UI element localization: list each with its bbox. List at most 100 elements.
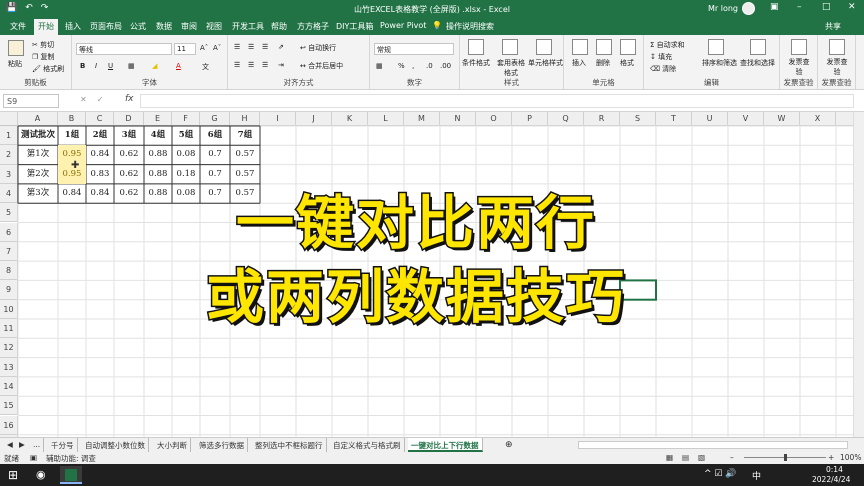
page-layout-view-icon[interactable]: ▤ <box>682 453 689 462</box>
delete-cells-icon[interactable] <box>596 39 612 55</box>
align-center-icon[interactable]: ☰ <box>248 61 254 69</box>
start-icon[interactable]: ⊞ <box>8 468 18 482</box>
horizontal-scrollbar[interactable] <box>578 441 848 449</box>
border-icon[interactable]: ▦ <box>128 62 135 70</box>
conditional-format-icon[interactable] <box>468 39 484 55</box>
zoom-level[interactable]: 100% <box>840 453 861 462</box>
tab-home[interactable]: 开始 <box>34 19 58 35</box>
zoom-slider-thumb[interactable] <box>784 454 787 461</box>
table-cell[interactable]: 5组 <box>172 126 200 145</box>
sheet-tab-active[interactable]: 一键对比上下行数据 <box>408 438 483 452</box>
conditional-format-button[interactable]: 条件格式 <box>462 58 490 68</box>
autosum-button[interactable]: Σ 自动求和 <box>650 40 685 50</box>
align-bottom-icon[interactable]: ☰ <box>262 43 268 51</box>
tab-fangfang[interactable]: 方方格子 <box>297 21 329 32</box>
number-format-select[interactable]: 常规 <box>374 43 454 55</box>
table-cell[interactable]: 0.88 <box>144 184 172 203</box>
table-cell[interactable]: 0.57 <box>230 184 260 203</box>
name-box[interactable]: S9 <box>3 94 59 108</box>
tab-diy-toolbox[interactable]: DIY工具箱 <box>336 21 373 32</box>
table-cell[interactable]: 0.83 <box>86 165 114 184</box>
invoice-check-2-button[interactable]: 发票查验 <box>826 57 848 77</box>
percent-icon[interactable]: % <box>398 62 405 70</box>
table-cell[interactable]: 2组 <box>86 126 114 145</box>
table-cell[interactable]: 3组 <box>114 126 144 145</box>
prev-sheet-icon[interactable]: ◀ <box>4 438 16 452</box>
excel-taskbar-icon[interactable] <box>60 466 82 484</box>
format-cells-button[interactable]: 格式 <box>620 58 634 68</box>
chrome-icon[interactable]: ◉ <box>36 468 46 481</box>
cancel-icon[interactable]: ✕ <box>80 95 87 104</box>
sort-filter-icon[interactable] <box>708 39 724 55</box>
format-as-table-icon[interactable] <box>502 39 518 55</box>
tab-view[interactable]: 视图 <box>206 21 222 32</box>
cell-styles-button[interactable]: 单元格样式 <box>528 58 563 68</box>
tab-formulas[interactable]: 公式 <box>130 21 146 32</box>
tab-developer[interactable]: 开发工具 <box>232 21 264 32</box>
table-cell[interactable]: 0.62 <box>114 165 144 184</box>
zoom-in-icon[interactable]: + <box>828 453 834 462</box>
orientation-icon[interactable]: ⇗ <box>278 43 284 51</box>
table-cell[interactable]: 测试批次 <box>18 126 58 145</box>
comma-icon[interactable]: ‚ <box>412 62 414 70</box>
zoom-out-icon[interactable]: – <box>730 453 734 462</box>
table-cell[interactable]: 第2次 <box>18 165 58 184</box>
format-painter-button[interactable]: 🖌 格式刷 <box>32 64 64 74</box>
table-cell[interactable]: 0.84 <box>86 145 114 164</box>
tab-file[interactable]: 文件 <box>10 21 26 32</box>
maximize-icon[interactable]: □ <box>822 2 831 12</box>
find-select-button[interactable]: 查找和选择 <box>740 58 775 68</box>
tray-icons[interactable]: ^ ☑ 🔊 <box>704 469 737 479</box>
invoice-check-icon[interactable] <box>791 39 807 55</box>
shrink-font-icon[interactable]: Aˇ <box>213 44 221 52</box>
sheet-tab-4[interactable]: 筛选多行数据 <box>196 438 248 452</box>
align-middle-icon[interactable]: ☰ <box>248 43 254 51</box>
copy-button[interactable]: ❐ 复制 <box>32 52 55 62</box>
close-icon[interactable]: ✕ <box>848 2 856 12</box>
wrap-text-button[interactable]: ↩ 自动换行 <box>300 43 336 53</box>
sheet-tab-5[interactable]: 整列选中不框标题行 <box>252 438 327 452</box>
table-cell[interactable]: 0.84 <box>58 184 86 203</box>
formula-input[interactable] <box>140 94 854 108</box>
tell-me-search[interactable]: 操作说明搜索 <box>446 21 494 32</box>
tab-data[interactable]: 数据 <box>156 21 172 32</box>
table-cell[interactable]: 7组 <box>230 126 260 145</box>
ribbon-display-icon[interactable]: ▣ <box>770 2 779 12</box>
underline-icon[interactable]: U <box>108 62 113 70</box>
user-name[interactable]: Mr long <box>708 4 738 13</box>
active-cell[interactable] <box>619 279 657 301</box>
table-cell[interactable]: 0.57 <box>230 165 260 184</box>
bold-icon[interactable]: B <box>80 62 85 70</box>
table-cell[interactable]: 0.7 <box>200 184 230 203</box>
sheet-tab-1[interactable]: 千分号 <box>48 438 78 452</box>
grow-font-icon[interactable]: Aˆ <box>200 44 208 52</box>
phonetic-icon[interactable]: 文 <box>202 62 209 72</box>
sort-filter-button[interactable]: 排序和筛选 <box>702 58 737 68</box>
italic-icon[interactable]: I <box>95 62 97 70</box>
table-cell[interactable]: 1组 <box>58 126 86 145</box>
invoice-check-2-icon[interactable] <box>829 39 845 55</box>
table-cell[interactable]: 0.18 <box>172 165 200 184</box>
table-cell[interactable]: 0.88 <box>144 165 172 184</box>
table-cell[interactable]: 0.62 <box>114 145 144 164</box>
page-break-view-icon[interactable]: ▧ <box>698 453 705 462</box>
accessibility-status[interactable]: 辅助功能: 调查 <box>46 453 96 464</box>
avatar[interactable] <box>742 2 755 15</box>
tab-power-pivot[interactable]: Power Pivot <box>380 21 426 30</box>
zoom-slider[interactable] <box>744 454 826 461</box>
align-left-icon[interactable]: ☰ <box>234 61 240 69</box>
table-cell[interactable]: 第3次 <box>18 184 58 203</box>
minimize-icon[interactable]: – <box>797 2 802 12</box>
table-cell[interactable]: 6组 <box>200 126 230 145</box>
fill-button[interactable]: ↧ 填充 <box>650 52 672 62</box>
ime-icon[interactable]: 中 <box>752 469 761 482</box>
worksheet-grid[interactable]: ABCDEFGHIJKLMNOPQRSTUVWX 1 2 3 4 5 6 7 8 9 10 11 12… <box>0 112 853 437</box>
tab-review[interactable]: 审阅 <box>181 21 197 32</box>
insert-cells-button[interactable]: 插入 <box>572 58 586 68</box>
tab-insert[interactable]: 插入 <box>65 21 81 32</box>
invoice-check-button[interactable]: 发票查验 <box>788 57 810 77</box>
table-cell[interactable]: 0.62 <box>114 184 144 203</box>
clear-button[interactable]: ⌫ 清除 <box>650 64 676 74</box>
clock-time[interactable]: 0:14 <box>826 465 843 474</box>
merge-center-button[interactable]: ↔ 合并后居中 <box>300 61 343 71</box>
